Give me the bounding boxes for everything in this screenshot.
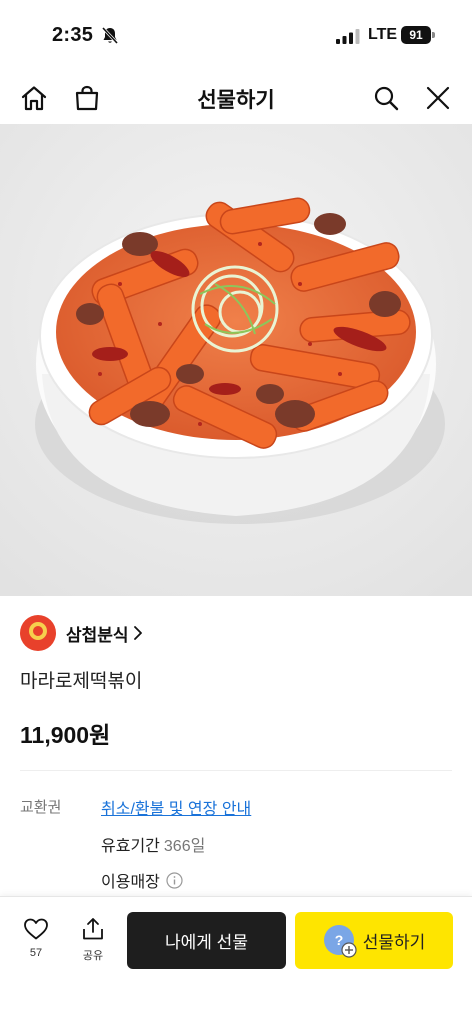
share-label: 공유 [82, 950, 104, 962]
gift-friend-icon: ? [323, 924, 357, 958]
battery-level: 91 [401, 26, 431, 44]
usable-stores-row: 이용매장 [101, 868, 183, 892]
heart-icon [24, 918, 48, 940]
validity-value: 366일 [163, 838, 206, 855]
send-gift-button[interactable]: ? 선물하기 [295, 912, 453, 969]
chevron-right-icon [133, 626, 142, 640]
store-link[interactable]: 삼첩분식 [20, 614, 143, 652]
page-title: 선물하기 [197, 89, 275, 112]
battery-icon: 91 [401, 26, 435, 44]
signal-icon [336, 29, 360, 44]
bell-off-icon [101, 26, 119, 45]
validity-row: 유효기간 366일 [101, 832, 205, 856]
network-type: LTE [368, 26, 398, 43]
usable-stores-label: 이용매장 [101, 874, 160, 891]
info-icon[interactable] [166, 871, 183, 889]
product-name: 마라로제떡볶이 [20, 671, 143, 692]
store-name: 삼첩분식 [66, 625, 129, 645]
wishlist-count: 57 [29, 947, 43, 959]
store-logo [20, 615, 56, 651]
product-price: 11,900원 [20, 722, 111, 748]
search-icon[interactable] [372, 84, 400, 112]
share-icon [83, 918, 103, 940]
close-icon[interactable] [424, 84, 452, 112]
voucher-label: 교환권 [20, 799, 62, 816]
status-time: 2:35 [52, 24, 94, 46]
tteokbokki-bowl-illustration [0, 124, 472, 596]
validity-label: 유효기간 [101, 838, 160, 855]
share-button[interactable]: 공유 [73, 917, 113, 963]
bottom-action-bar: 57 공유 나에게 선물 ? 선물하기 [0, 896, 472, 1024]
wishlist-button[interactable]: 57 [16, 917, 56, 959]
svg-text:?: ? [334, 932, 343, 948]
refund-policy-link[interactable]: 취소/환불 및 연장 안내 [101, 795, 251, 819]
status-bar: 2:35 LTE 91 [0, 0, 472, 70]
gift-to-self-button[interactable]: 나에게 선물 [127, 912, 286, 969]
top-navigation: 선물하기 [0, 70, 472, 124]
divider [20, 770, 452, 771]
product-image [0, 124, 472, 596]
send-gift-label: 선물하기 [362, 933, 426, 952]
